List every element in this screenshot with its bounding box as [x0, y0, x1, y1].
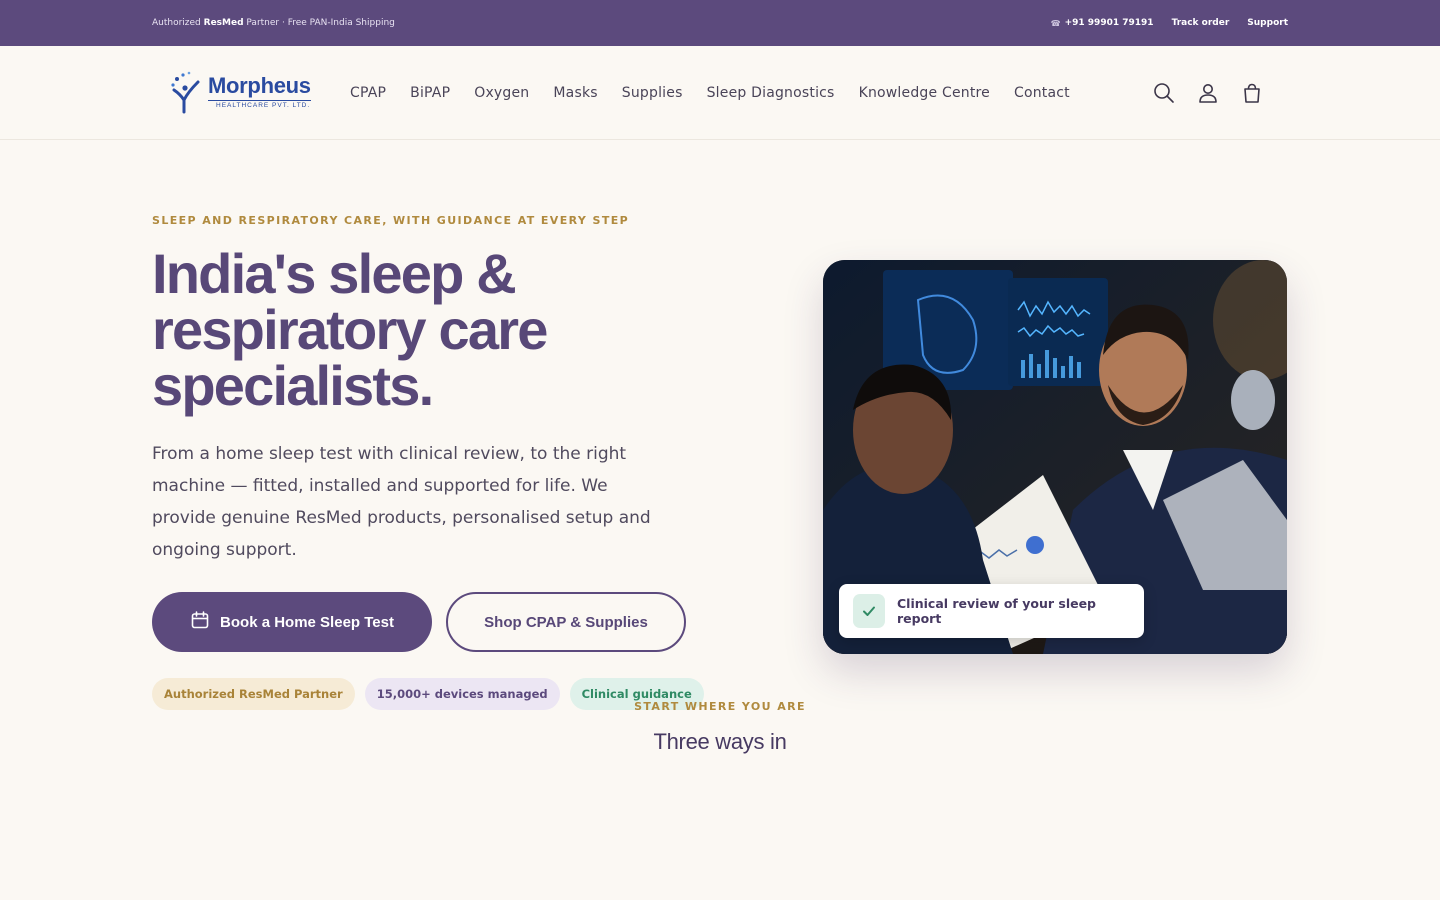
calendar-icon [190, 610, 210, 634]
hero-cta-row: Book a Home Sleep Test Shop CPAP & Suppl… [152, 592, 686, 652]
nav-item-bipap[interactable]: BiPAP [410, 85, 450, 101]
logo[interactable]: Morpheus HEALTHCARE PVT. LTD. [168, 70, 326, 116]
phone-icon: ☎ [1050, 18, 1061, 28]
hero-headline: India's sleep & respiratory care special… [152, 246, 752, 414]
check-icon [853, 594, 885, 628]
main-nav: CPAP BiPAP Oxygen Masks Supplies Sleep D… [350, 85, 1070, 101]
support-link[interactable]: Support [1247, 18, 1288, 28]
promo-suffix: Partner · Free PAN-India Shipping [243, 18, 395, 28]
header-actions [1152, 81, 1264, 105]
track-order-link[interactable]: Track order [1172, 18, 1230, 28]
headline-line-3: specialists. [152, 354, 434, 417]
shop-cpap-button[interactable]: Shop CPAP & Supplies [446, 592, 686, 652]
logo-mark-icon [168, 70, 204, 116]
logo-text: Morpheus HEALTHCARE PVT. LTD. [208, 75, 311, 110]
promo-text: Authorized ResMed Partner · Free PAN-Ind… [152, 18, 395, 28]
cart-icon[interactable] [1240, 81, 1264, 105]
three-ways-section: START WHERE YOU ARE Three ways in [0, 700, 1440, 755]
nav-item-cpap[interactable]: CPAP [350, 85, 386, 101]
phone-number: +91 99901 79191 [1064, 18, 1154, 28]
photo-caption-text: Clinical review of your sleep report [896, 596, 1097, 626]
section-title: Three ways in [653, 729, 787, 754]
logo-subtitle: HEALTHCARE PVT. LTD. [208, 100, 311, 110]
nav-item-contact[interactable]: Contact [1014, 85, 1070, 101]
headline-line-1: India's sleep & [152, 242, 517, 305]
promo-brand: ResMed [203, 18, 244, 28]
hero-eyebrow: SLEEP AND RESPIRATORY CARE, WITH GUIDANC… [152, 214, 630, 227]
nav-item-supplies[interactable]: Supplies [622, 85, 683, 101]
logo-name: Morpheus [208, 73, 311, 99]
topbar-links: ☎ +91 99901 79191 Track order Support [1051, 18, 1288, 28]
nav-item-knowledge-centre[interactable]: Knowledge Centre [859, 85, 990, 101]
announcement-bar: Authorized ResMed Partner · Free PAN-Ind… [0, 0, 1440, 46]
book-sleep-test-label: Book a Home Sleep Test [220, 613, 394, 631]
photo-caption-chip: Clinical review of your sleep report [839, 584, 1144, 638]
nav-item-sleep-diagnostics[interactable]: Sleep Diagnostics [707, 85, 835, 101]
book-sleep-test-button[interactable]: Book a Home Sleep Test [152, 592, 432, 652]
site-header: Morpheus HEALTHCARE PVT. LTD. CPAP BiPAP… [0, 46, 1440, 140]
account-icon[interactable] [1196, 81, 1220, 105]
phone-link[interactable]: ☎ +91 99901 79191 [1051, 18, 1154, 28]
hero-photo: Clinical review of your sleep report [823, 260, 1287, 654]
nav-item-oxygen[interactable]: Oxygen [474, 85, 529, 101]
section-kicker: START WHERE YOU ARE [634, 700, 806, 713]
search-icon[interactable] [1152, 81, 1176, 105]
promo-prefix: Authorized [152, 18, 204, 28]
headline-line-2: respiratory care [152, 298, 548, 361]
nav-item-masks[interactable]: Masks [553, 85, 597, 101]
hero-description: From a home sleep test with clinical rev… [152, 444, 651, 560]
